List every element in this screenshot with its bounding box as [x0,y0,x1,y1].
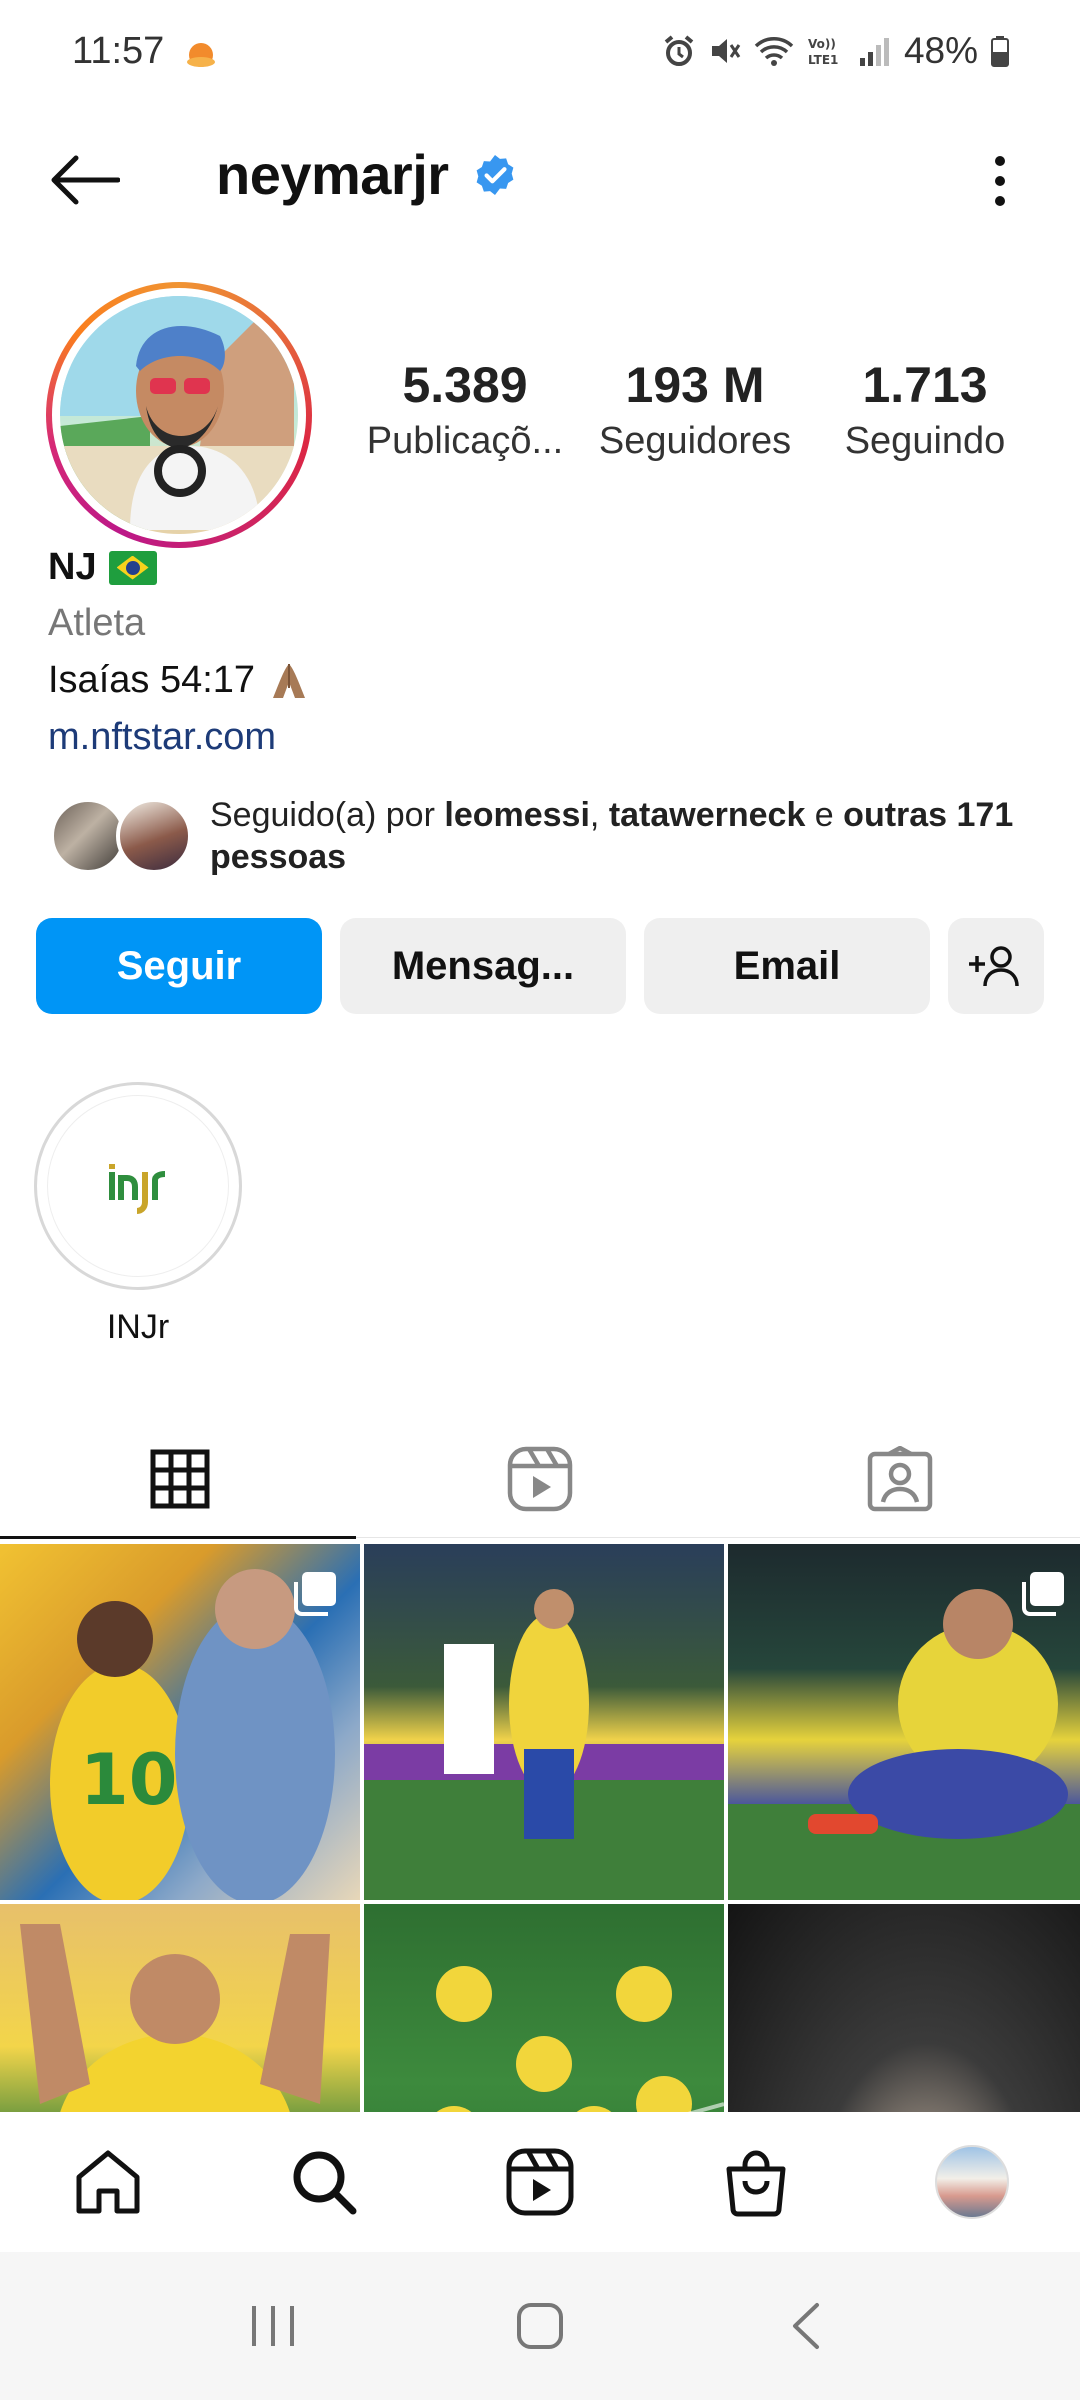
search-icon [293,2151,357,2215]
followed-by-text: Seguido(a) por leomessi, tatawerneck e o… [210,794,1030,878]
carousel-icon [1022,1572,1064,1616]
profile-category: Atleta [48,602,146,644]
profile-link[interactable]: m.nftstar.com [48,716,276,759]
status-bar: 11:57 Vo)) LTE1 48% [0,0,1080,110]
back-system-button[interactable] [747,2276,867,2376]
verified-badge-icon [476,155,514,195]
post-thumbnail[interactable]: 10 [0,1544,360,1900]
email-button[interactable]: Email [644,918,930,1014]
brazil-flag-icon [108,550,157,585]
post-thumbnail[interactable] [364,1904,724,2112]
nav-reels[interactable] [432,2112,648,2252]
post-image [20,1924,330,2112]
followed-by-avatars [50,796,192,876]
profile-avatar[interactable] [46,282,312,548]
battery-icon [991,36,1009,67]
svg-text:10: 10 [80,1739,177,1821]
recent-apps-icon [252,2306,295,2346]
svg-text:Vo)): Vo)) [808,37,836,51]
profile-bio: Isaías 54:17 [48,658,311,702]
stat-followers[interactable]: 193 M Seguidores [580,356,810,463]
stat-following-label: Seguindo [844,420,1006,462]
arrow-left-icon [51,155,120,205]
suggested-users-button[interactable] [948,918,1044,1014]
shopping-bag-icon [726,2150,786,2217]
follower-avatar [50,798,126,874]
follower-avatar [116,798,192,874]
app-notification-icon [187,43,215,67]
status-time: 11:57 [72,30,165,72]
post-thumbnail[interactable] [728,1904,1080,2112]
home-square-icon [516,2303,563,2349]
own-profile-avatar [935,2145,1009,2219]
wifi-icon [754,37,794,66]
followed-by[interactable]: Seguido(a) por leomessi, tatawerneck e o… [50,794,1050,878]
message-button[interactable]: Mensag... [340,918,626,1014]
home-system-button[interactable] [480,2276,600,2376]
grid-icon [150,1449,210,1509]
followed-by-user: leomessi [444,796,590,834]
avatar-illustration [60,296,298,534]
recent-apps-button[interactable] [213,2276,333,2376]
profile-tabs [0,1420,1080,1539]
stat-following-value: 1.713 [862,357,988,413]
followed-by-user: tatawerneck [608,796,806,834]
post-image [728,1904,1080,2112]
followed-by-prefix: Seguido(a) por [210,796,445,834]
tab-tagged[interactable] [720,1420,1080,1538]
home-icon [76,2150,140,2214]
highlight-label: INJr [106,1308,170,1346]
reels-icon [507,1446,573,1512]
status-icons: Vo)) LTE1 48% [662,30,1010,72]
praying-hands-icon [273,664,306,698]
nav-profile[interactable] [864,2112,1080,2252]
bottom-navigation [0,2112,1080,2252]
highlight-cover [34,1082,242,1290]
stat-posts[interactable]: 5.389 Publicaçõ... [350,356,580,463]
profile-stats: 5.389 Publicaçõ... 193 M Seguidores 1.71… [350,356,1040,463]
followed-by-conjunction: e [805,796,844,834]
followed-by-separator: , [589,796,609,834]
profile-actions: Seguir Mensag... Email [36,918,1046,1014]
stat-followers-label: Seguidores [598,420,792,462]
bio-text: Isaías 54:17 [48,658,256,701]
stat-posts-value: 5.389 [402,357,528,413]
mute-icon [711,39,741,63]
posts-grid: 10 [0,1544,1080,2112]
signal-icon [859,38,889,66]
volte-icon: Vo)) LTE1 [808,37,838,67]
system-navigation-bar [0,2252,1080,2400]
nav-home[interactable] [0,2112,216,2252]
battery-level: 48% [903,30,978,71]
more-options-button[interactable] [970,146,1030,216]
follow-button[interactable]: Seguir [36,918,322,1014]
post-thumbnail[interactable] [0,1904,360,2112]
back-button[interactable] [44,148,124,212]
post-thumbnail[interactable] [364,1544,724,1900]
stat-posts-label: Publicaçõ... [366,420,564,462]
tab-reels[interactable] [360,1420,720,1538]
add-person-icon [969,946,1019,987]
reels-icon [506,2148,574,2216]
post-thumbnail[interactable] [728,1544,1080,1900]
svg-text:LTE1: LTE1 [808,53,838,67]
injr-logo [47,1095,229,1277]
tab-posts-grid[interactable] [0,1420,360,1539]
stat-following[interactable]: 1.713 Seguindo [810,356,1040,463]
profile-name-line: NJ [48,546,157,589]
nav-search[interactable] [216,2112,432,2252]
profile-header: neymarjr [0,120,1080,240]
story-highlight[interactable]: INJr [34,1082,242,1347]
more-vertical-icon [995,156,1005,206]
post-image [436,1966,724,2112]
alarm-icon [664,35,694,66]
tagged-person-icon [867,1446,933,1512]
nav-shop[interactable] [648,2112,864,2252]
carousel-icon [294,1572,336,1616]
chevron-left-icon [792,2303,819,2349]
stat-followers-value: 193 M [625,357,765,413]
post-image [364,1589,724,1900]
profile-name: NJ [48,546,97,588]
profile-username: neymarjr [216,143,449,206]
